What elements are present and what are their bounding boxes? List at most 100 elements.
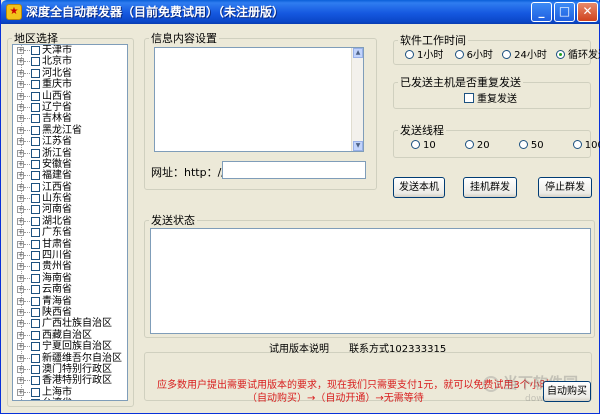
close-button[interactable]: ✕	[577, 2, 598, 22]
repeat-send-checkbox[interactable]: 重复发送	[464, 90, 517, 105]
expand-icon[interactable]: +	[18, 400, 24, 401]
checkbox-icon[interactable]	[31, 342, 40, 352]
expand-icon[interactable]: +	[17, 252, 24, 260]
expand-icon[interactable]: +	[17, 217, 24, 225]
checkbox-icon[interactable]	[31, 364, 40, 374]
tree-item[interactable]: + 山东省	[13, 193, 127, 204]
work-time-option-loop[interactable]: 循环发送	[556, 50, 600, 61]
tree-item[interactable]: + 陕西省	[13, 307, 127, 318]
radio-icon[interactable]	[572, 140, 582, 149]
message-textarea[interactable]: ▲ ▼	[154, 47, 364, 152]
tree-item[interactable]: + 澳门特别行政区	[13, 364, 127, 375]
expand-icon[interactable]: +	[17, 183, 24, 191]
checkbox-icon[interactable]	[31, 228, 40, 238]
work-time-option-1h[interactable]: 1小时	[405, 50, 443, 61]
work-time-option-6h[interactable]: 6小时	[454, 50, 493, 61]
tree-item[interactable]: + 广西壮族自治区	[13, 318, 127, 329]
scroll-down-icon[interactable]: ▼	[353, 141, 363, 151]
expand-icon[interactable]: +	[17, 69, 24, 77]
threads-option-10[interactable]: 10	[411, 140, 436, 151]
status-log[interactable]	[150, 228, 591, 334]
checkbox-icon[interactable]	[31, 376, 40, 386]
tree-item[interactable]: + 江西省	[13, 182, 127, 193]
tree-item[interactable]: + 河南省	[13, 204, 127, 215]
tree-item[interactable]: + 河北省	[13, 68, 127, 79]
checkbox-icon[interactable]	[31, 296, 40, 306]
expand-icon[interactable]: +	[17, 377, 24, 385]
message-scrollbar[interactable]: ▲ ▼	[351, 48, 363, 151]
radio-selected-icon[interactable]	[556, 50, 566, 59]
tree-item[interactable]: + 福建省	[13, 170, 127, 181]
expand-icon[interactable]: +	[17, 58, 24, 66]
checkbox-icon[interactable]	[31, 57, 40, 67]
send-local-button[interactable]: 发送本机	[393, 177, 445, 198]
expand-icon[interactable]: +	[17, 115, 24, 123]
checkbox-icon[interactable]	[31, 307, 40, 317]
checkbox-icon[interactable]	[31, 387, 40, 397]
url-input[interactable]	[222, 161, 366, 179]
tree-item[interactable]: + 吉林省	[13, 113, 127, 124]
checkbox-icon[interactable]	[31, 171, 40, 181]
tree-item[interactable]: + 新疆维吾尔自治区	[13, 353, 127, 364]
checkbox-icon[interactable]	[31, 46, 40, 55]
checkbox-icon[interactable]	[31, 137, 40, 147]
checkbox-icon[interactable]	[31, 102, 40, 112]
checkbox-icon[interactable]	[31, 239, 40, 249]
checkbox-icon[interactable]	[31, 148, 40, 158]
expand-icon[interactable]: +	[17, 206, 24, 214]
checkbox-icon[interactable]	[31, 262, 40, 272]
expand-icon[interactable]: +	[17, 103, 24, 111]
tree-item[interactable]: + 台湾省	[13, 398, 127, 401]
tree-item[interactable]: + 安徽省	[13, 159, 127, 170]
tree-item[interactable]: + 香港特别行政区	[13, 375, 127, 386]
tree-item[interactable]: + 江苏省	[13, 136, 127, 147]
threads-option-50[interactable]: 50	[518, 140, 544, 151]
tree-item[interactable]: + 海南省	[13, 273, 127, 284]
checkbox-icon[interactable]	[31, 353, 40, 363]
radio-icon[interactable]	[411, 140, 420, 149]
expand-icon[interactable]: +	[17, 308, 24, 316]
radio-icon[interactable]	[464, 140, 474, 149]
checkbox-icon[interactable]	[31, 399, 40, 400]
tree-item[interactable]: + 山西省	[13, 91, 127, 102]
checkbox-icon[interactable]	[31, 91, 40, 101]
checkbox-icon[interactable]	[31, 330, 40, 340]
tree-item[interactable]: + 宁夏回族自治区	[13, 341, 127, 352]
tree-item[interactable]: + 浙江省	[13, 148, 127, 159]
expand-icon[interactable]: +	[17, 149, 24, 157]
tree-item[interactable]: + 辽宁省	[13, 102, 127, 113]
expand-icon[interactable]: +	[17, 81, 24, 89]
checkbox-icon[interactable]	[31, 80, 40, 90]
tree-item[interactable]: + 上海市	[13, 387, 127, 398]
hang-send-button[interactable]: 挂机群发	[463, 177, 517, 198]
expand-icon[interactable]: +	[17, 343, 24, 351]
tree-item[interactable]: + 黑龙江省	[13, 125, 127, 136]
checkbox-icon[interactable]	[31, 68, 40, 78]
checkbox-icon[interactable]	[31, 285, 40, 295]
auto-buy-button[interactable]: 自动购买	[543, 381, 591, 402]
checkbox-icon[interactable]	[31, 273, 40, 283]
radio-icon[interactable]	[502, 50, 512, 59]
checkbox-icon[interactable]	[31, 194, 40, 204]
tree-item[interactable]: + 贵州省	[13, 261, 127, 272]
checkbox-icon[interactable]	[31, 205, 40, 215]
threads-option-20[interactable]: 20	[464, 140, 490, 151]
stop-send-button[interactable]: 停止群发	[538, 177, 592, 198]
tree-item[interactable]: + 北京市	[13, 56, 127, 67]
expand-icon[interactable]: +	[17, 47, 24, 54]
expand-icon[interactable]: +	[17, 195, 24, 203]
expand-icon[interactable]: +	[17, 138, 24, 146]
checkbox-icon[interactable]	[31, 125, 40, 135]
expand-icon[interactable]: +	[17, 286, 24, 294]
checkbox-icon[interactable]	[31, 216, 40, 226]
tree-item[interactable]: + 西藏自治区	[13, 330, 127, 341]
radio-icon[interactable]	[454, 50, 464, 59]
expand-icon[interactable]: +	[17, 388, 24, 396]
radio-icon[interactable]	[405, 50, 414, 59]
checkbox-icon[interactable]	[31, 251, 40, 261]
work-time-option-24h[interactable]: 24小时	[502, 50, 547, 61]
expand-icon[interactable]: +	[17, 263, 24, 271]
expand-icon[interactable]: +	[17, 365, 24, 373]
maximize-button[interactable]: □	[554, 2, 575, 22]
expand-icon[interactable]: +	[17, 126, 24, 134]
